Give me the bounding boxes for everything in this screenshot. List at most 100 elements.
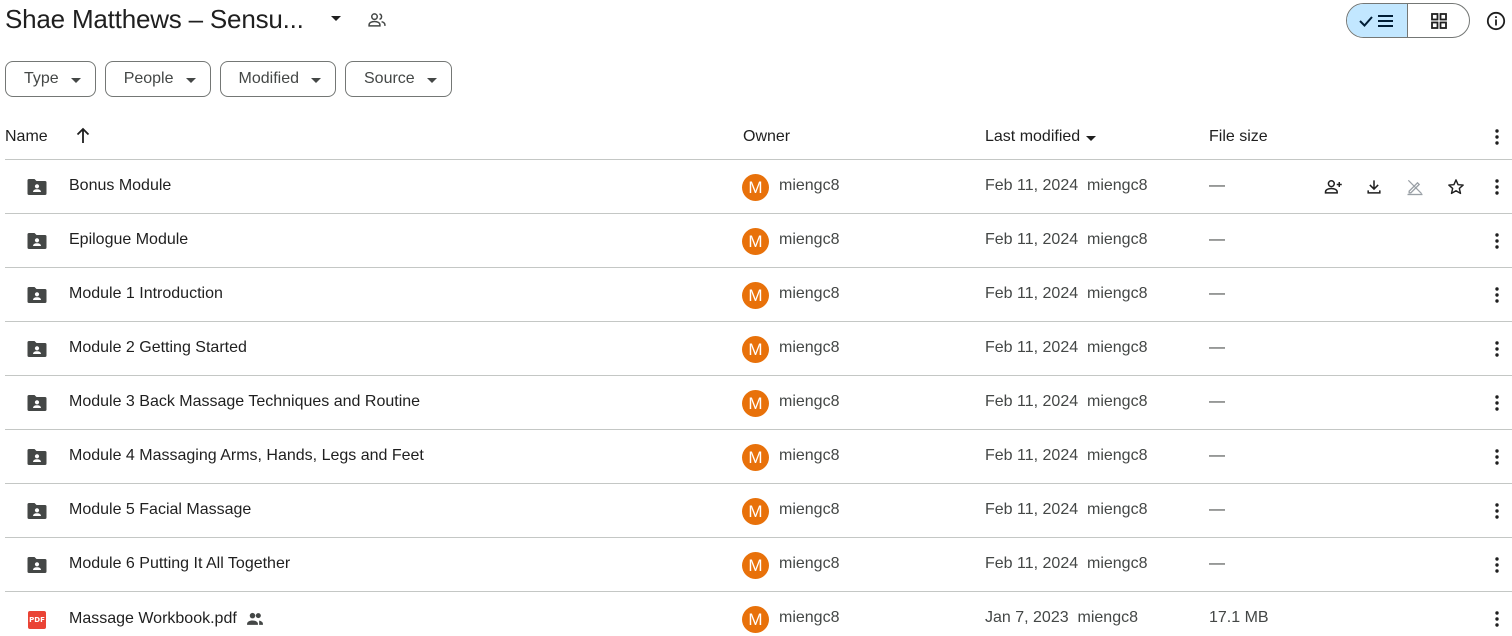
table-row[interactable]: Module 1 Introduction Mmiengc8 Feb 11, 202… [5, 268, 1512, 322]
owner-name: miengc8 [779, 501, 840, 518]
file-size: — [1209, 177, 1225, 194]
download-button[interactable] [1362, 175, 1386, 199]
column-modified-header[interactable]: Last modified [985, 128, 1097, 146]
file-name[interactable]: Bonus Module [69, 177, 171, 195]
column-name-header[interactable]: Name [5, 128, 48, 146]
shared-folder-icon [27, 287, 47, 303]
sort-direction-button[interactable] [73, 126, 93, 146]
filter-type[interactable]: Type [5, 61, 96, 97]
file-name[interactable]: Massage Workbook.pdf [69, 609, 265, 629]
avatar-initial: M [748, 609, 763, 629]
file-name[interactable]: Module 4 Massaging Arms, Hands, Legs and… [69, 447, 424, 465]
last-modified: Feb 11, 2024 miengc8 [985, 501, 1147, 519]
table-row[interactable]: Bonus Module Mmiengc8 Feb 11, 2024 miengc8… [5, 160, 1512, 214]
row-more-button[interactable] [1485, 445, 1509, 469]
download-icon [1367, 180, 1381, 194]
file-name-text: Module 6 Putting It All Together [69, 555, 291, 572]
filter-label: Source [364, 70, 415, 87]
caret-down-icon [1086, 135, 1097, 141]
person-add-icon [1324, 180, 1342, 194]
avatar-initial: M [748, 231, 763, 251]
row-more-button[interactable] [1485, 229, 1509, 253]
file-name[interactable]: Epilogue Module [69, 231, 188, 249]
view-toggle [1346, 3, 1470, 38]
pdf-icon-label: PDF [29, 616, 45, 624]
file-name-text: Massage Workbook.pdf [69, 610, 237, 628]
last-modified: Feb 11, 2024 miengc8 [985, 555, 1147, 573]
shared-with-button[interactable] [365, 8, 389, 32]
owner-name: miengc8 [779, 339, 840, 356]
caret-down-icon [70, 77, 81, 83]
check-list-icon [1359, 14, 1393, 27]
file-name-text: Module 2 Getting Started [69, 339, 247, 356]
column-modified-label: Last modified [985, 128, 1081, 145]
column-options-button[interactable] [1485, 125, 1509, 149]
edit-pencil-icon [1407, 179, 1423, 196]
filter-label: Modified [238, 70, 299, 87]
avatar-initial: M [748, 339, 763, 359]
grid-view-button[interactable] [1408, 4, 1469, 37]
table-row[interactable]: Module 3 Back Massage Techniques and Rou… [5, 376, 1512, 430]
filter-people[interactable]: People [104, 61, 211, 97]
modified-date: Jan 7, 2023 [985, 609, 1069, 626]
owner-name: miengc8 [779, 393, 840, 410]
caret-down-icon [311, 77, 321, 83]
last-modified: Feb 11, 2024 miengc8 [985, 339, 1147, 357]
modified-by: miengc8 [1087, 231, 1148, 248]
file-name[interactable]: Module 5 Facial Massage [69, 501, 251, 519]
filter-label: People [123, 70, 174, 87]
file-name-text: Module 1 Introduction [69, 285, 223, 302]
grid-icon [1430, 12, 1447, 29]
shared-folder-icon [27, 395, 47, 411]
details-button[interactable] [1484, 9, 1508, 33]
column-owner-header: Owner [743, 128, 791, 145]
star-button[interactable] [1444, 175, 1468, 199]
modified-by: miengc8 [1087, 177, 1148, 194]
avatar-initial: M [748, 555, 763, 575]
table-row[interactable]: Module 5 Facial Massage Mmiengc8 Feb 11, 2… [5, 484, 1512, 538]
filter-modified[interactable]: Modified [219, 61, 336, 97]
page-title: Shae Matthews – Sensu... [5, 4, 304, 34]
more-vert-icon [1495, 179, 1499, 195]
modified-date: Feb 11, 2024 [985, 177, 1079, 194]
avatar-initial: M [748, 501, 763, 521]
table-row[interactable]: Module 2 Getting Started Mmiengc8 Feb 11, … [5, 322, 1512, 376]
star-outline-icon [1448, 179, 1464, 195]
row-quick-actions [1321, 175, 1468, 199]
avatar: M [742, 228, 769, 255]
modified-date: Feb 11, 2024 [985, 339, 1079, 356]
last-modified: Feb 11, 2024 miengc8 [985, 177, 1147, 195]
share-button[interactable] [1321, 175, 1345, 199]
avatar: M [742, 390, 769, 417]
filter-bar: Type People Modified Source [5, 61, 452, 97]
more-vert-icon [1495, 611, 1499, 627]
row-more-button[interactable] [1485, 553, 1509, 577]
file-name-text: Bonus Module [69, 177, 172, 194]
row-more-button[interactable] [1485, 391, 1509, 415]
row-more-button[interactable] [1485, 283, 1509, 307]
shared-folder-icon [27, 233, 47, 249]
shared-folder-icon [27, 503, 47, 519]
avatar: M [742, 498, 769, 525]
table-row[interactable]: Module 4 Massaging Arms, Hands, Legs and… [5, 430, 1512, 484]
row-more-button[interactable] [1485, 607, 1509, 631]
file-name[interactable]: Module 3 Back Massage Techniques and Rou… [69, 393, 420, 411]
row-more-button[interactable] [1485, 337, 1509, 361]
table-row[interactable]: Epilogue Module Mmiengc8 Feb 11, 2024 mien… [5, 214, 1512, 268]
file-name[interactable]: Module 2 Getting Started [69, 339, 247, 357]
file-name[interactable]: Module 6 Putting It All Together [69, 555, 290, 573]
more-vert-icon [1495, 129, 1499, 145]
table-row[interactable]: PDF Massage Workbook.pdf Mmiengc8 Jan 7, 20… [5, 592, 1512, 636]
file-name[interactable]: Module 1 Introduction [69, 285, 223, 303]
modified-date: Feb 11, 2024 [985, 501, 1079, 518]
rename-button[interactable] [1403, 175, 1427, 199]
row-more-button[interactable] [1485, 175, 1509, 199]
caret-down-icon [426, 77, 437, 83]
column-size-header: File size [1209, 128, 1268, 145]
filter-source[interactable]: Source [345, 61, 452, 97]
table-row[interactable]: Module 6 Putting It All Together Mmiengc8… [5, 538, 1512, 592]
row-more-button[interactable] [1485, 499, 1509, 523]
avatar: M [742, 282, 769, 309]
title-menu-button[interactable] [325, 8, 347, 30]
list-view-button[interactable] [1347, 4, 1409, 37]
